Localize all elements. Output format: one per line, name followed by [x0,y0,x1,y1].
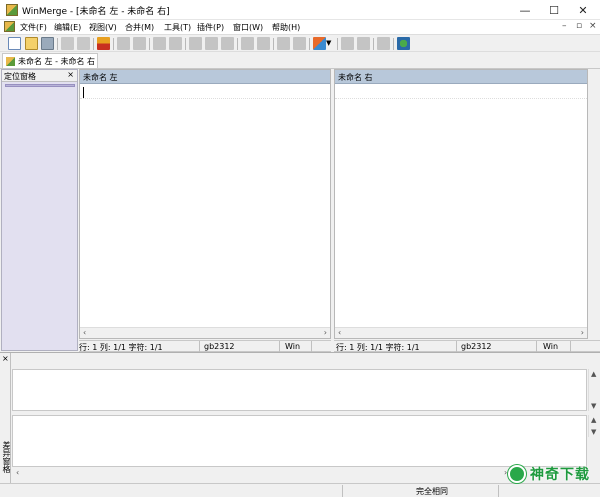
right-encoding: gb2312 [461,342,492,351]
location-pane-close-icon[interactable]: × [67,70,74,79]
copy-left-advance-icon[interactable] [257,37,270,50]
menu-help[interactable]: 帮助(H) [272,22,300,33]
compare-icon[interactable] [313,37,326,50]
watermark-text: 神奇下载 [530,467,590,483]
all-left-icon[interactable] [293,37,306,50]
menu-view[interactable]: 视图(V) [89,22,117,33]
tab-bar: 未命名 左 - 未命名 右 [0,52,600,69]
tab-label: 未命名 左 - 未命名 右 [18,57,96,66]
merge-icon[interactable] [377,37,390,50]
menu-window[interactable]: 窗口(W) [233,22,263,33]
mdi-minimize-button[interactable]: – [562,21,567,31]
left-pane-hscroll[interactable]: ‹ › [80,327,330,338]
scroll-left-icon[interactable]: ‹ [83,328,86,337]
menu-bar: 文件(F) 编辑(E) 视图(V) 合并(M) 工具(T) 插件(P) 窗口(W… [0,20,600,34]
refresh-icon[interactable] [397,37,410,50]
diff-left-view[interactable] [12,369,587,411]
open-icon[interactable] [25,37,38,50]
options-icon[interactable] [97,37,110,50]
diff-right-vscroll[interactable]: ▲ ▼ [588,415,599,437]
diff-pane-caption: × 差异窗格 [0,353,11,484]
compare-result-message: 完全相同 [416,487,448,496]
compare-dropdown-icon[interactable]: ▼ [326,37,334,50]
winmerge-app-icon[interactable] [6,4,18,16]
right-pane-hscroll[interactable]: ‹ › [335,327,587,338]
right-pane-status: 行: 1 列: 1/1 字符: 1/1 gb2312 Win [334,340,600,352]
scroll-left-icon[interactable]: ‹ [16,468,19,477]
right-pane-line[interactable] [335,85,587,99]
site-watermark: 神奇下载 [508,464,590,484]
compare-tab-icon [6,57,15,66]
menu-file[interactable]: 文件(F) [20,22,47,33]
scroll-right-icon[interactable]: › [504,468,507,477]
copy-left-icon[interactable] [221,37,234,50]
right-pane-header: 未命名 右 [335,70,587,84]
all-right-icon[interactable] [277,37,290,50]
diff-left-vscroll[interactable]: ▲ ▼ [588,369,599,411]
mdi-restore-button[interactable]: ▫ [576,21,582,31]
prev-diff-icon[interactable] [133,37,146,50]
scroll-right-icon[interactable]: › [581,328,584,337]
next-diff-icon[interactable] [153,37,166,50]
right-pane-title: 未命名 右 [338,73,373,82]
close-button[interactable]: ✕ [568,0,598,20]
last-diff-icon[interactable] [169,37,182,50]
undo-icon[interactable] [61,37,74,50]
left-file-pane[interactable]: 未命名 左 ‹ › [79,69,331,339]
next-file-icon[interactable] [357,37,370,50]
maximize-button[interactable]: ☐ [539,0,569,20]
current-diff-icon[interactable] [189,37,202,50]
title-bar: WinMerge - [未命名 左 - 未命名 右] — ☐ ✕ [0,0,600,20]
tab-compare[interactable]: 未命名 左 - 未命名 右 [2,53,98,68]
window-title: WinMerge - [未命名 左 - 未命名 右] [22,7,170,17]
diff-pane-close-icon[interactable]: × [2,354,9,363]
menu-merge[interactable]: 合并(M) [125,22,154,33]
menu-tools[interactable]: 工具(T) [164,22,191,33]
diff-pane-title: 差异窗格 [2,441,11,473]
scroll-up-icon[interactable]: ▲ [591,416,596,424]
text-caret [83,87,84,98]
left-eol: Win [285,342,301,351]
document-window-icon[interactable] [4,21,15,32]
left-pane-line[interactable] [80,85,330,99]
scroll-right-icon[interactable]: › [324,328,327,337]
left-encoding: gb2312 [204,342,235,351]
diff-right-view[interactable] [12,415,587,467]
left-pane-status: 行: 1 列: 1/1 字符: 1/1 gb2312 Win [79,340,331,352]
minimize-button[interactable]: — [510,0,540,20]
toolbar: ▼ [0,34,600,52]
left-pane-title: 未命名 左 [83,73,118,82]
copy-right-advance-icon[interactable] [241,37,254,50]
location-pane[interactable]: 定位窗格 × [1,69,78,351]
location-pane-title: 定位窗格 [4,72,36,81]
right-file-pane[interactable]: 未命名 右 ‹ › [334,69,588,339]
scroll-left-icon[interactable]: ‹ [338,328,341,337]
first-diff-icon[interactable] [117,37,130,50]
right-eol: Win [543,342,559,351]
location-pane-header: 定位窗格 × [2,70,77,82]
prev-file-icon[interactable] [341,37,354,50]
scroll-down-icon[interactable]: ▼ [591,428,596,436]
watermark-logo-icon [508,465,526,483]
new-icon[interactable] [8,37,21,50]
menu-edit[interactable]: 编辑(E) [54,22,81,33]
menu-plugins[interactable]: 插件(P) [197,22,224,33]
save-icon[interactable] [41,37,54,50]
mdi-close-button[interactable]: × [589,21,597,31]
status-bar: 完全相同 [0,483,600,497]
pane-vscroll[interactable] [589,84,599,339]
scroll-down-icon[interactable]: ▼ [591,402,596,410]
copy-right-icon[interactable] [205,37,218,50]
redo-icon[interactable] [77,37,90,50]
location-viewport-indicator[interactable] [5,84,75,87]
scroll-up-icon[interactable]: ▲ [591,370,596,378]
left-pane-header: 未命名 左 [80,70,330,84]
